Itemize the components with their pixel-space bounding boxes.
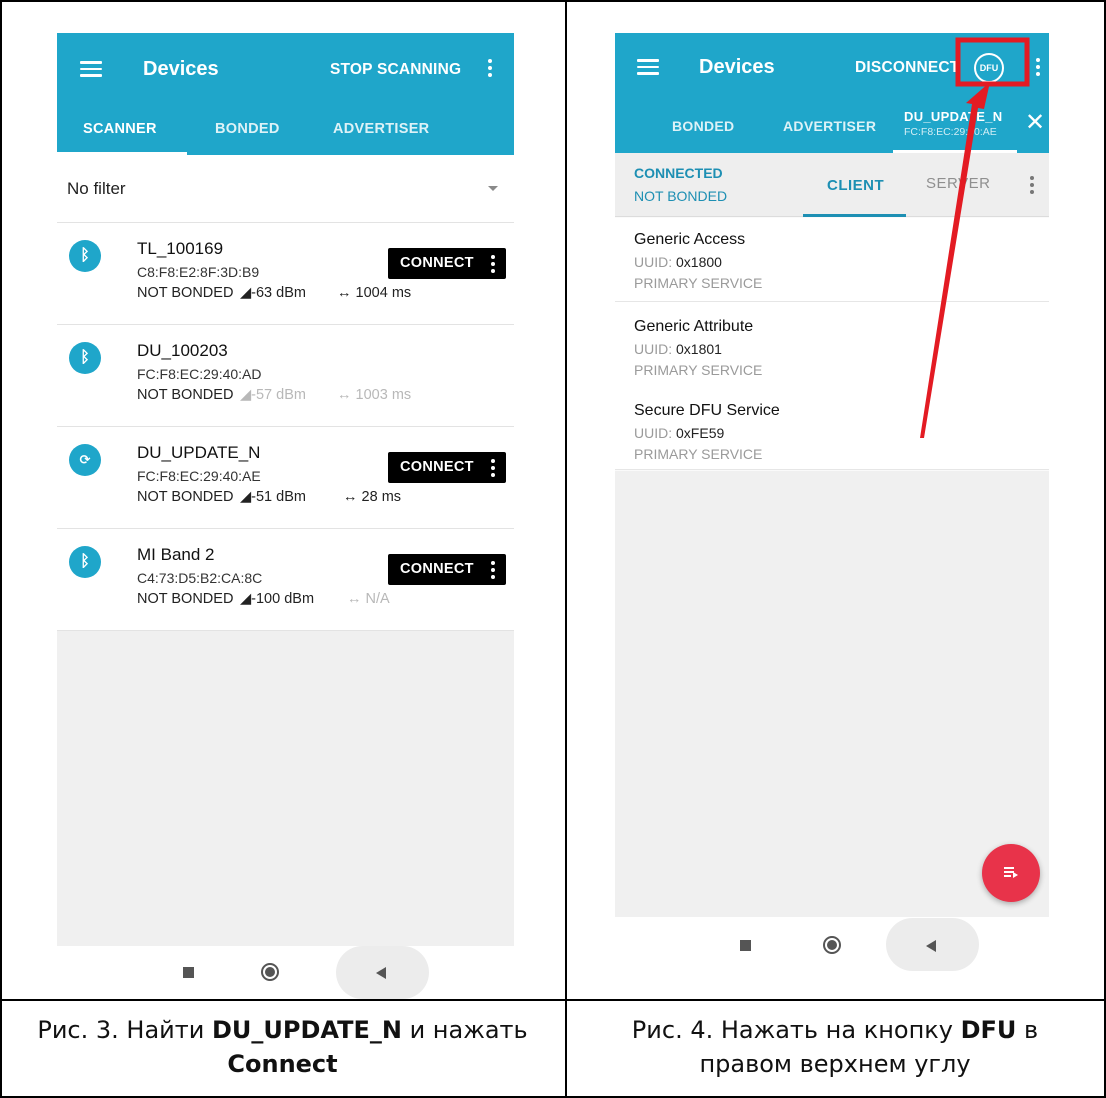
caption-figure-4: Рис. 4. Нажать на кнопку DFU в правом ве… [631,1016,1039,1078]
dfu-highlight-box [955,37,1030,87]
caption-figure-3: Рис. 3. Найти DU_UPDATE_N и нажать Conne… [37,1016,528,1078]
annotation-overlay [920,37,1030,438]
figure-table: Devices STOP SCANNING SCANNER BONDED ADV… [0,0,1106,1098]
annotation-arrow [920,82,990,438]
